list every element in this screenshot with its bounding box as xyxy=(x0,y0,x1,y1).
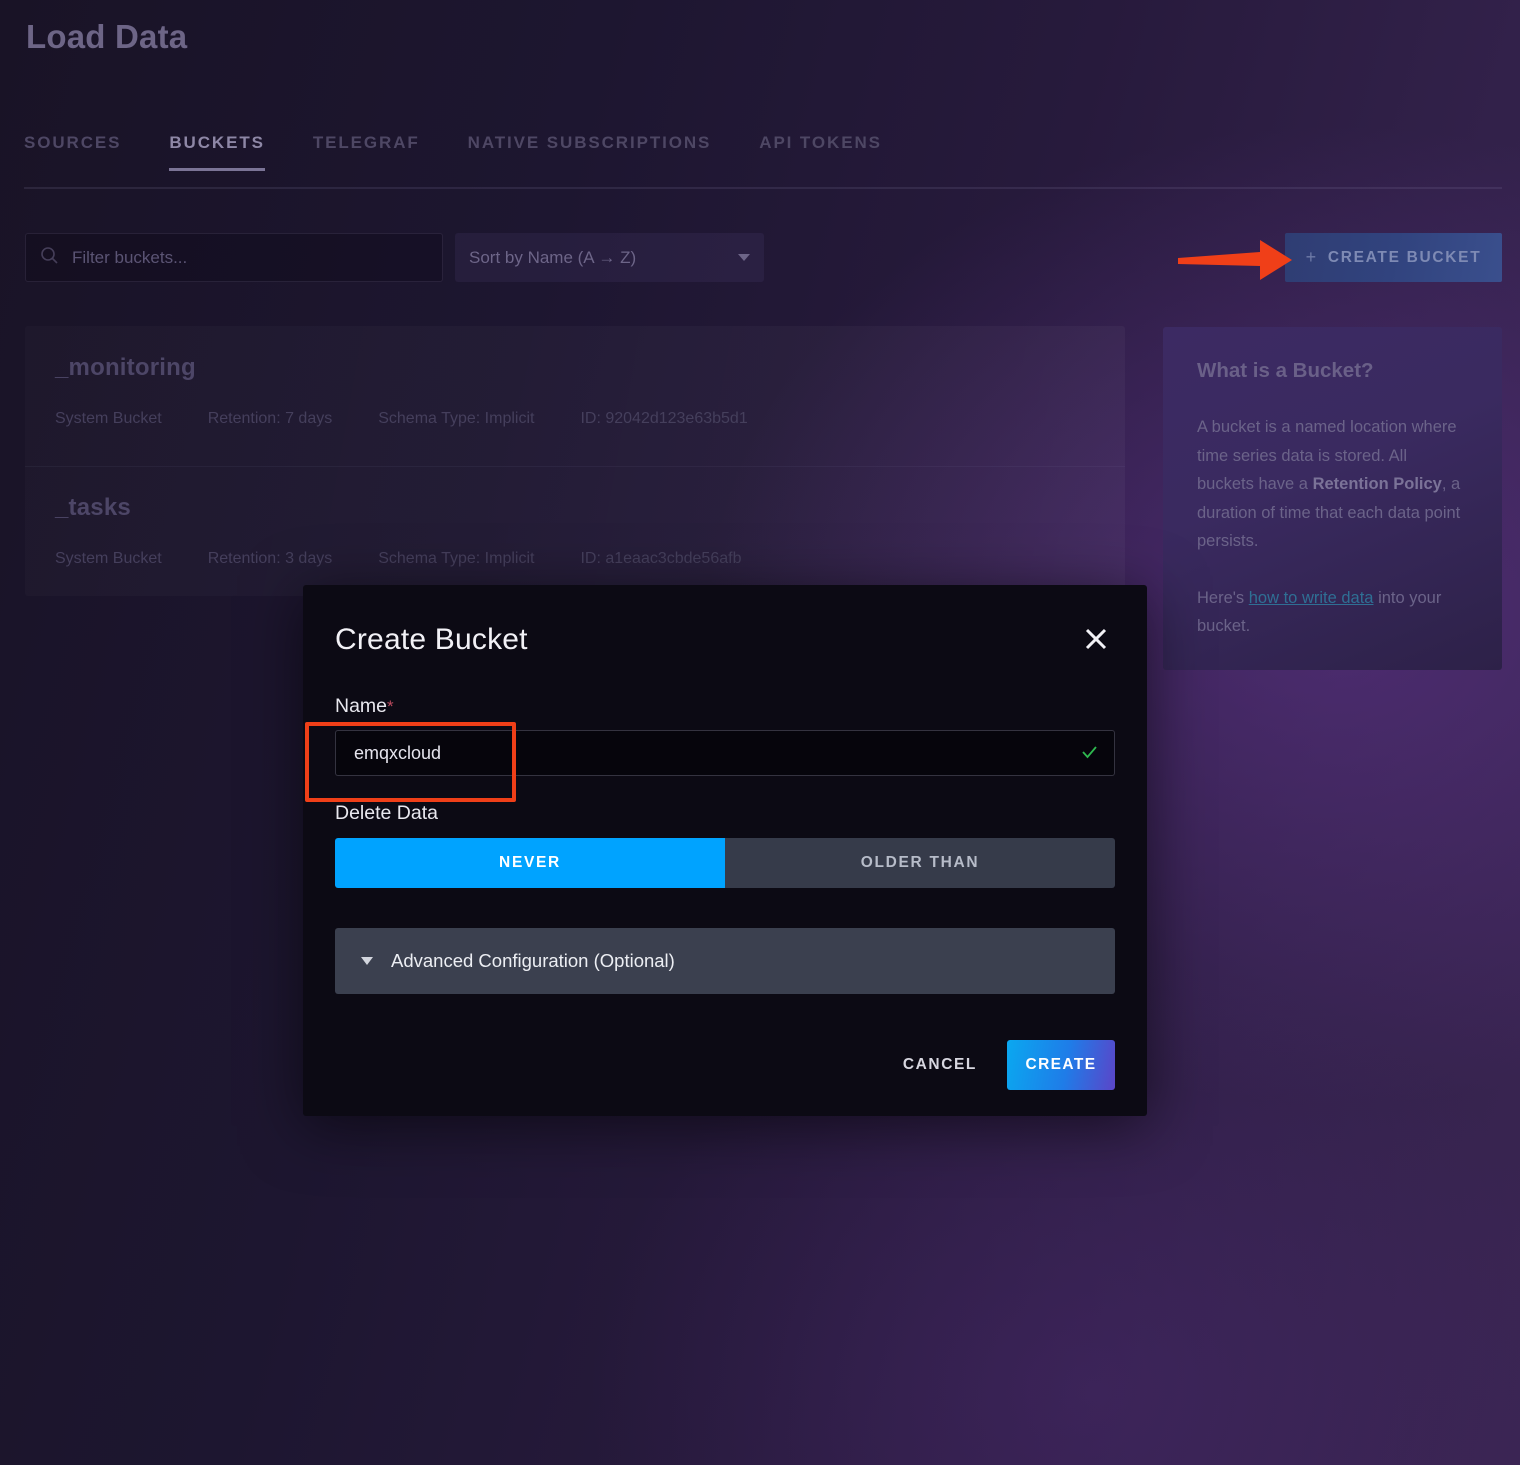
retention-older-than-button[interactable]: OLDER THAN xyxy=(725,838,1115,888)
create-bucket-button-label: CREATE BUCKET xyxy=(1328,249,1482,267)
bucket-id: ID: 92042d123e63b5d1 xyxy=(580,410,747,428)
page-title: Load Data xyxy=(26,18,187,56)
dialog-header: Create Bucket xyxy=(335,585,1115,695)
bucket-schema: Schema Type: Implicit xyxy=(378,550,534,568)
info-card-title: What is a Bucket? xyxy=(1197,359,1468,383)
tab-bar: SOURCES BUCKETS TELEGRAF NATIVE SUBSCRIP… xyxy=(24,133,1502,189)
tab-api-tokens[interactable]: API TOKENS xyxy=(759,133,882,168)
tab-native-subscriptions[interactable]: NATIVE SUBSCRIPTIONS xyxy=(468,133,712,168)
cancel-button[interactable]: CANCEL xyxy=(897,1044,983,1086)
advanced-configuration-toggle[interactable]: Advanced Configuration (Optional) xyxy=(335,928,1115,994)
create-bucket-button[interactable]: + CREATE BUCKET xyxy=(1285,233,1502,282)
bucket-type: System Bucket xyxy=(55,410,162,428)
what-is-a-bucket-card: What is a Bucket? A bucket is a named lo… xyxy=(1163,327,1502,670)
tab-telegraf[interactable]: TELEGRAF xyxy=(313,133,420,168)
sort-by-dropdown[interactable]: Sort by Name (A → Z) xyxy=(455,233,764,282)
sort-by-label: Sort by Name (A → Z) xyxy=(469,248,738,268)
bucket-id: ID: a1eaac3cbde56afb xyxy=(580,550,741,568)
how-to-write-data-link[interactable]: how to write data xyxy=(1249,589,1374,607)
required-marker: * xyxy=(387,697,394,716)
bucket-retention: Retention: 3 days xyxy=(208,550,333,568)
dialog-title: Create Bucket xyxy=(335,623,528,657)
tab-sources[interactable]: SOURCES xyxy=(24,133,121,168)
delete-data-label: Delete Data xyxy=(335,802,1115,825)
bucket-meta: System Bucket Retention: 7 days Schema T… xyxy=(55,410,1095,428)
search-icon xyxy=(40,246,59,270)
create-button[interactable]: CREATE xyxy=(1007,1040,1115,1090)
bucket-list-item[interactable]: _monitoring System Bucket Retention: 7 d… xyxy=(25,326,1125,466)
chevron-down-icon xyxy=(738,254,750,261)
filter-buckets-field[interactable] xyxy=(25,233,443,282)
retention-toggle-group: NEVER OLDER THAN xyxy=(335,838,1115,888)
close-icon xyxy=(1083,626,1109,655)
bucket-name[interactable]: _monitoring xyxy=(55,354,1095,382)
name-label-text: Name xyxy=(335,695,387,717)
plus-icon: + xyxy=(1306,247,1318,268)
bucket-list: _monitoring System Bucket Retention: 7 d… xyxy=(25,326,1125,596)
tab-buckets[interactable]: BUCKETS xyxy=(169,133,264,171)
bucket-name[interactable]: _tasks xyxy=(55,494,1095,522)
bucket-name-input[interactable] xyxy=(335,730,1115,776)
dialog-footer: CANCEL CREATE xyxy=(897,1040,1115,1090)
info-card-body: A bucket is a named location where time … xyxy=(1197,413,1468,641)
info-p1-bold: Retention Policy xyxy=(1313,475,1442,493)
info-p2-text-a: Here's xyxy=(1197,589,1249,607)
create-bucket-dialog: Create Bucket Name* Delete Data NEVER OL… xyxy=(303,585,1147,1116)
info-paragraph-1: A bucket is a named location where time … xyxy=(1197,413,1468,556)
close-button[interactable] xyxy=(1079,623,1113,657)
retention-never-button[interactable]: NEVER xyxy=(335,838,725,888)
bucket-retention: Retention: 7 days xyxy=(208,410,333,428)
bucket-meta: System Bucket Retention: 3 days Schema T… xyxy=(55,550,1095,568)
bucket-type: System Bucket xyxy=(55,550,162,568)
name-input-wrapper xyxy=(335,730,1115,776)
search-input[interactable] xyxy=(72,248,428,268)
info-paragraph-2: Here's how to write data into your bucke… xyxy=(1197,584,1468,641)
annotation-arrow-icon xyxy=(1176,238,1294,282)
caret-down-icon xyxy=(361,957,373,965)
bucket-schema: Schema Type: Implicit xyxy=(378,410,534,428)
advanced-configuration-label: Advanced Configuration (Optional) xyxy=(391,950,675,972)
name-field-label: Name* xyxy=(335,695,1115,718)
